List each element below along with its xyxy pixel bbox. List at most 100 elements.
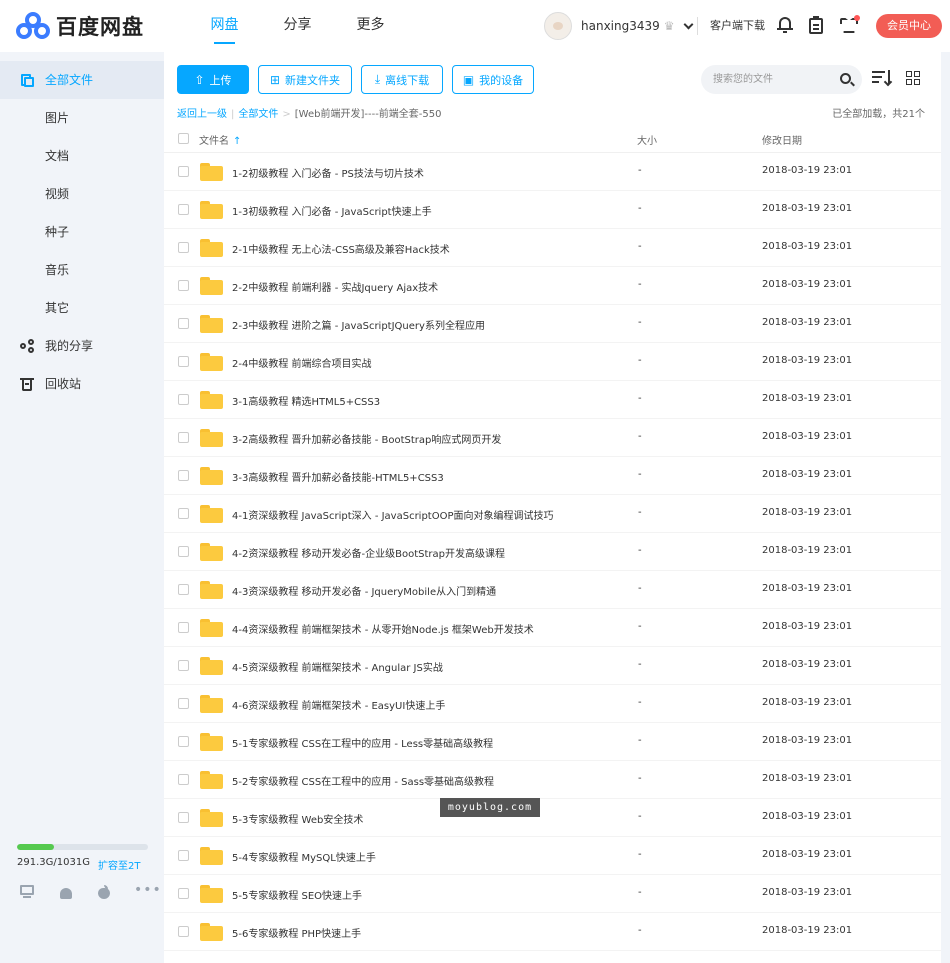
- file-row[interactable]: 5-2专家级教程 CSS在工程中的应用 - Sass零基础高级教程 - 2018-0…: [164, 761, 941, 799]
- row-checkbox[interactable]: [178, 508, 189, 519]
- tab-more[interactable]: 更多: [334, 0, 407, 52]
- breadcrumb-root-link[interactable]: 全部文件: [238, 109, 278, 120]
- sidebar-item-other[interactable]: 其它: [0, 289, 164, 327]
- row-checkbox[interactable]: [178, 432, 189, 443]
- file-row[interactable]: 4-5资深级教程 前端框架技术 - Angular JS实战 - 2018-03-1…: [164, 647, 941, 685]
- scrollbar-track[interactable]: [941, 52, 950, 963]
- file-name[interactable]: 2-2中级教程 前端利器 - 实战Jquery Ajax技术: [232, 279, 438, 294]
- sidebar-item-recycle-bin[interactable]: 回收站: [0, 365, 164, 403]
- upload-button[interactable]: ⇧ 上传: [177, 65, 249, 94]
- bell-icon[interactable]: [777, 16, 793, 34]
- more-dots-icon[interactable]: •••: [134, 883, 161, 899]
- row-checkbox[interactable]: [178, 850, 189, 861]
- file-row[interactable]: 4-1资深级教程 JavaScript深入 - JavaScriptOOP面向对…: [164, 495, 941, 533]
- avatar[interactable]: [544, 12, 572, 40]
- row-checkbox[interactable]: [178, 584, 189, 595]
- sidebar-item-my-shares[interactable]: 我的分享: [0, 327, 164, 365]
- row-checkbox[interactable]: [178, 698, 189, 709]
- file-name[interactable]: 3-2高级教程 晋升加薪必备技能 - BootStrap响应式网页开发: [232, 431, 501, 446]
- apple-icon[interactable]: [96, 885, 112, 899]
- file-row[interactable]: 4-4资深级教程 前端框架技术 - 从零开始Node.js 框架Web开发技术 -…: [164, 609, 941, 647]
- file-name[interactable]: 4-6资深级教程 前端框架技术 - EasyUI快速上手: [232, 697, 445, 712]
- file-row[interactable]: 3-2高级教程 晋升加薪必备技能 - BootStrap响应式网页开发 - 2018…: [164, 419, 941, 457]
- file-row[interactable]: 4-3资深级教程 移动开发必备 - JqueryMobile从入门到精通 - 201…: [164, 571, 941, 609]
- file-row[interactable]: 1-2初级教程 入门必备 - PS技法与切片技术 - 2018-03-19 23:0…: [164, 153, 941, 191]
- file-row[interactable]: 5-3专家级教程 Web安全技术 - 2018-03-19 23:01: [164, 799, 941, 837]
- file-name[interactable]: 5-6专家级教程 PHP快速上手: [232, 925, 361, 940]
- file-name[interactable]: 4-3资深级教程 移动开发必备 - JqueryMobile从入门到精通: [232, 583, 496, 598]
- file-name[interactable]: 1-3初级教程 入门必备 - JavaScript快速上手: [232, 203, 432, 218]
- desktop-client-icon[interactable]: [19, 885, 35, 899]
- row-checkbox[interactable]: [178, 736, 189, 747]
- file-row[interactable]: 1-3初级教程 入门必备 - JavaScript快速上手 - 2018-03-19…: [164, 191, 941, 229]
- file-row[interactable]: 5-5专家级教程 SEO快速上手 - 2018-03-19 23:01: [164, 875, 941, 913]
- column-header-size[interactable]: 大小: [637, 132, 657, 147]
- sidebar-item-documents[interactable]: 文档: [0, 137, 164, 175]
- file-name[interactable]: 2-1中级教程 无上心法-CSS高级及兼容Hack技术: [232, 241, 450, 256]
- file-name[interactable]: 4-2资深级教程 移动开发必备-企业级BootStrap开发高级课程: [232, 545, 505, 560]
- file-name[interactable]: 3-3高级教程 晋升加薪必备技能-HTML5+CSS3: [232, 469, 444, 484]
- row-checkbox[interactable]: [178, 660, 189, 671]
- file-name[interactable]: 5-5专家级教程 SEO快速上手: [232, 887, 362, 902]
- row-checkbox[interactable]: [178, 926, 189, 937]
- sort-icon[interactable]: [872, 70, 894, 87]
- row-checkbox[interactable]: [178, 204, 189, 215]
- my-devices-button[interactable]: ▣ 我的设备: [452, 65, 534, 94]
- file-name[interactable]: 4-4资深级教程 前端框架技术 - 从零开始Node.js 框架Web开发技术: [232, 621, 534, 636]
- sidebar-item-torrents[interactable]: 种子: [0, 213, 164, 251]
- sidebar-item-videos[interactable]: 视频: [0, 175, 164, 213]
- offline-download-button[interactable]: ⤓ 离线下载: [361, 65, 443, 94]
- breadcrumb-back-link[interactable]: 返回上一级: [177, 109, 227, 120]
- row-checkbox[interactable]: [178, 242, 189, 253]
- row-checkbox[interactable]: [178, 356, 189, 367]
- file-row[interactable]: 3-1高级教程 精选HTML5+CSS3 - 2018-03-19 23:01: [164, 381, 941, 419]
- client-download-link[interactable]: 客户端下载: [710, 17, 765, 35]
- grid-view-icon[interactable]: [906, 71, 920, 85]
- android-icon[interactable]: [58, 885, 74, 899]
- username[interactable]: hanxing3439: [581, 19, 660, 33]
- file-name[interactable]: 5-4专家级教程 MySQL快速上手: [232, 849, 376, 864]
- clipboard-icon[interactable]: [808, 16, 824, 34]
- select-all-checkbox[interactable]: [178, 133, 189, 144]
- sidebar-item-all-files[interactable]: 全部文件: [0, 61, 164, 99]
- row-checkbox[interactable]: [178, 812, 189, 823]
- file-name[interactable]: 4-1资深级教程 JavaScript深入 - JavaScriptOOP面向对…: [232, 507, 554, 522]
- file-row[interactable]: 2-2中级教程 前端利器 - 实战Jquery Ajax技术 - 2018-03-1…: [164, 267, 941, 305]
- row-checkbox[interactable]: [178, 394, 189, 405]
- search-input[interactable]: [713, 70, 833, 89]
- tab-netdisk[interactable]: 网盘: [188, 0, 261, 52]
- row-checkbox[interactable]: [178, 318, 189, 329]
- file-name[interactable]: 4-5资深级教程 前端框架技术 - Angular JS实战: [232, 659, 443, 674]
- vip-center-button[interactable]: 会员中心: [876, 14, 942, 38]
- file-row[interactable]: 4-6资深级教程 前端框架技术 - EasyUI快速上手 - 2018-03-19 …: [164, 685, 941, 723]
- file-name[interactable]: 5-3专家级教程 Web安全技术: [232, 811, 363, 826]
- file-row[interactable]: 2-3中级教程 进阶之篇 - JavaScriptJQuery系列全程应用 - 20…: [164, 305, 941, 343]
- file-row[interactable]: 2-1中级教程 无上心法-CSS高级及兼容Hack技术 - 2018-03-19 2…: [164, 229, 941, 267]
- skin-shirt-icon[interactable]: [840, 15, 860, 34]
- file-row[interactable]: 4-2资深级教程 移动开发必备-企业级BootStrap开发高级课程 - 2018-…: [164, 533, 941, 571]
- row-checkbox[interactable]: [178, 546, 189, 557]
- sidebar-item-images[interactable]: 图片: [0, 99, 164, 137]
- row-checkbox[interactable]: [178, 470, 189, 481]
- file-row[interactable]: 3-3高级教程 晋升加薪必备技能-HTML5+CSS3 - 2018-03-19 2…: [164, 457, 941, 495]
- file-name[interactable]: 2-4中级教程 前端综合项目实战: [232, 355, 372, 370]
- file-row[interactable]: 2-4中级教程 前端综合项目实战 - 2018-03-19 23:01: [164, 343, 941, 381]
- row-checkbox[interactable]: [178, 166, 189, 177]
- logo[interactable]: 百度网盘: [16, 11, 176, 41]
- file-row[interactable]: 5-6专家级教程 PHP快速上手 - 2018-03-19 23:01: [164, 913, 941, 951]
- new-folder-button[interactable]: ⊞ 新建文件夹: [258, 65, 352, 94]
- file-name[interactable]: 1-2初级教程 入门必备 - PS技法与切片技术: [232, 165, 424, 180]
- file-row[interactable]: 5-4专家级教程 MySQL快速上手 - 2018-03-19 23:01: [164, 837, 941, 875]
- search-icon[interactable]: [840, 73, 851, 84]
- column-header-name[interactable]: 文件名 ↑: [199, 132, 241, 147]
- tab-share[interactable]: 分享: [261, 0, 334, 52]
- chevron-down-icon[interactable]: [683, 19, 693, 29]
- row-checkbox[interactable]: [178, 888, 189, 899]
- row-checkbox[interactable]: [178, 622, 189, 633]
- file-name[interactable]: 2-3中级教程 进阶之篇 - JavaScriptJQuery系列全程应用: [232, 317, 485, 332]
- row-checkbox[interactable]: [178, 280, 189, 291]
- file-name[interactable]: 3-1高级教程 精选HTML5+CSS3: [232, 393, 380, 408]
- file-name[interactable]: 5-1专家级教程 CSS在工程中的应用 - Less零基础高级教程: [232, 735, 493, 750]
- user-menu[interactable]: hanxing3439 ♛: [544, 12, 693, 40]
- expand-storage-link[interactable]: 扩容至2T: [98, 857, 140, 872]
